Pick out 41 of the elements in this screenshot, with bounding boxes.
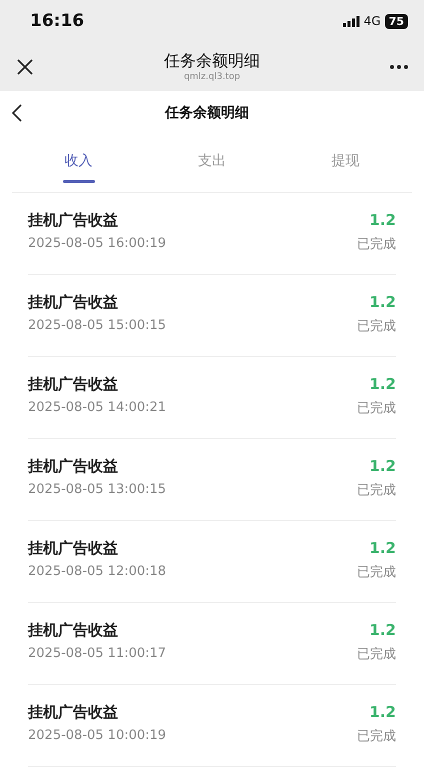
record-amount: 1.2 [369, 621, 396, 639]
status-time: 16:16 [30, 11, 86, 31]
record-status: 已完成 [357, 564, 396, 581]
tab[interactable]: 提现 [278, 135, 412, 192]
record-time: 2025-08-05 10:00:19 [28, 728, 168, 743]
record-amount: 1.2 [369, 375, 396, 393]
network-label: 4G [364, 14, 381, 28]
record-time: 2025-08-05 13:00:15 [28, 482, 168, 497]
record-status: 已完成 [357, 318, 396, 335]
record-title: 挂机广告收益 [28, 293, 119, 312]
record-amount: 1.2 [369, 211, 396, 229]
record-status: 已完成 [357, 482, 396, 499]
record-title: 挂机广告收益 [28, 211, 119, 230]
record-title: 挂机广告收益 [28, 621, 119, 640]
close-icon[interactable] [16, 58, 34, 76]
record-status: 已完成 [357, 646, 396, 663]
signal-icon [342, 16, 360, 26]
record-amount: 1.2 [369, 293, 396, 311]
page-url: qmlz.ql3.top [184, 72, 240, 82]
record-title: 挂机广告收益 [28, 375, 119, 394]
record-time: 2025-08-05 16:00:19 [28, 236, 168, 251]
more-icon[interactable] [390, 64, 408, 68]
record-amount: 1.2 [369, 539, 396, 557]
record-status: 已完成 [357, 236, 396, 253]
battery-level: 75 [384, 14, 408, 28]
record-status: 已完成 [357, 728, 396, 745]
record-time: 2025-08-05 14:00:21 [28, 400, 168, 415]
header-title: 任务余额明细 [164, 104, 250, 122]
record-title: 挂机广告收益 [28, 539, 119, 558]
tab[interactable]: 收入 [12, 135, 146, 192]
tab[interactable]: 支出 [145, 135, 279, 192]
record-amount: 1.2 [369, 703, 396, 721]
record-amount: 1.2 [369, 457, 396, 475]
record-time: 2025-08-05 15:00:15 [28, 318, 168, 333]
record-status: 已完成 [357, 400, 396, 417]
back-icon[interactable] [10, 104, 24, 122]
record-time: 2025-08-05 12:00:18 [28, 564, 168, 579]
record-title: 挂机广告收益 [28, 703, 119, 722]
record-time: 2025-08-05 11:00:17 [28, 646, 168, 661]
page-title: 任务余额明细 [164, 51, 260, 72]
record-title: 挂机广告收益 [28, 457, 119, 476]
